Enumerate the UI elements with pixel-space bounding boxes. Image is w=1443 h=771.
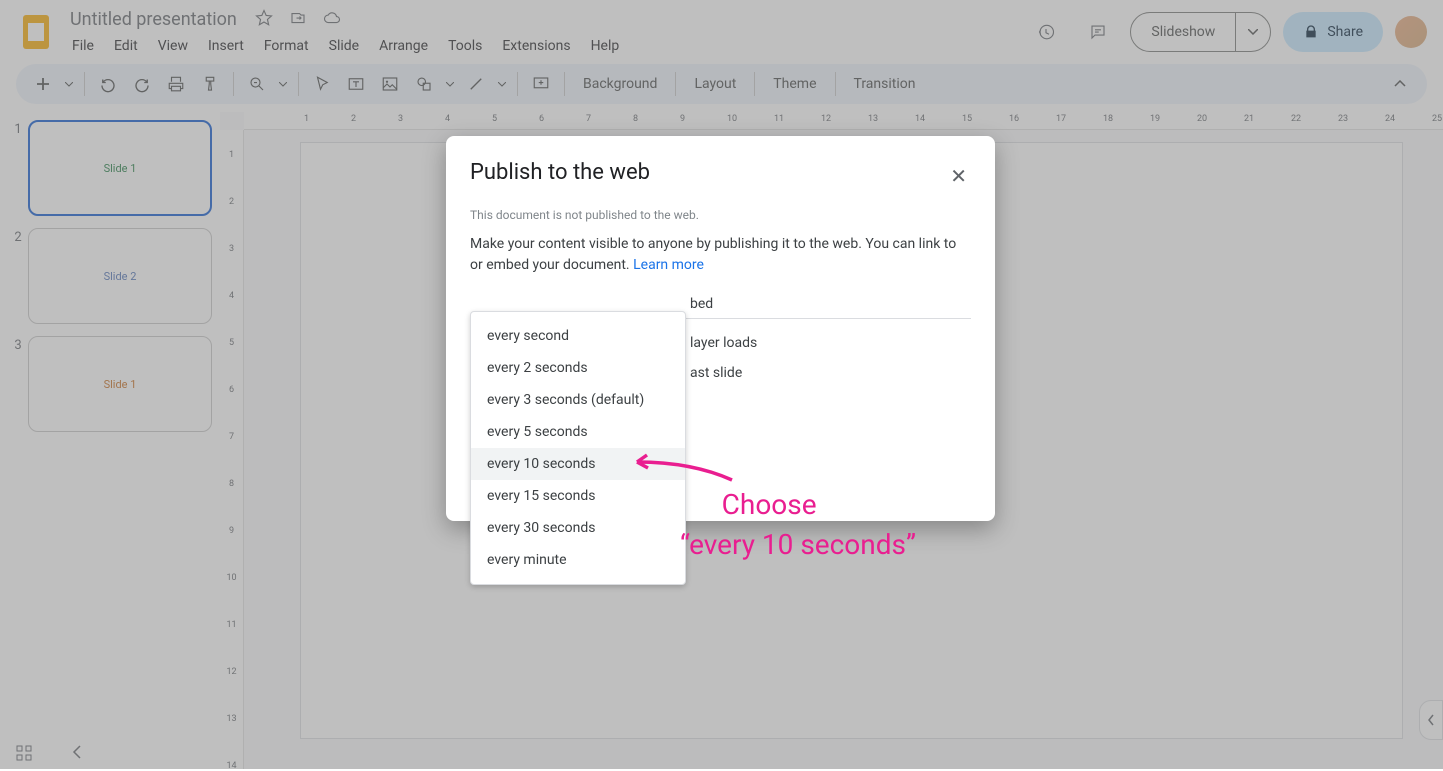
dropdown-item-1m[interactable]: every minute: [471, 544, 685, 576]
dropdown-item-10s[interactable]: every 10 seconds: [471, 448, 685, 480]
dropdown-item-5s[interactable]: every 5 seconds: [471, 416, 685, 448]
dropdown-item-15s[interactable]: every 15 seconds: [471, 480, 685, 512]
dropdown-item-1s[interactable]: every second: [471, 320, 685, 352]
dropdown-item-3s[interactable]: every 3 seconds (default): [471, 384, 685, 416]
dropdown-item-2s[interactable]: every 2 seconds: [471, 352, 685, 384]
auto-advance-dropdown: every second every 2 seconds every 3 sec…: [470, 311, 686, 585]
dialog-status: This document is not published to the we…: [470, 208, 971, 222]
close-icon[interactable]: ✕: [946, 160, 971, 192]
dropdown-item-30s[interactable]: every 30 seconds: [471, 512, 685, 544]
learn-more-link[interactable]: Learn more: [633, 257, 704, 273]
dialog-title: Publish to the web: [470, 160, 650, 185]
dialog-description: Make your content visible to anyone by p…: [470, 234, 971, 276]
